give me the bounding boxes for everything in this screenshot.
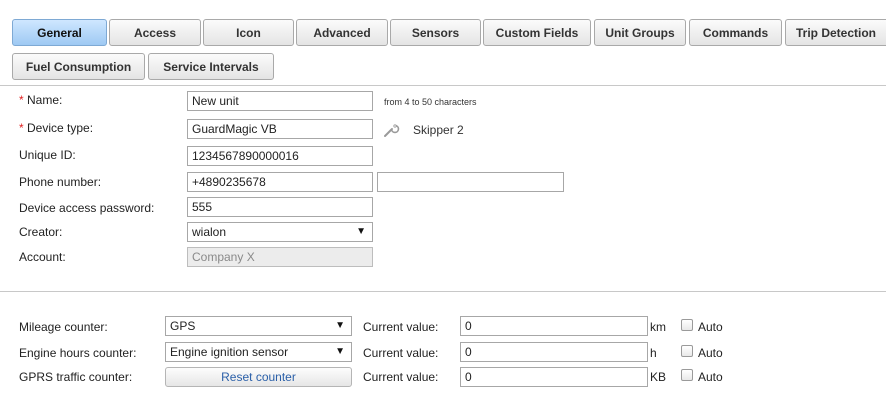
- engine-current-value-label: Current value:: [363, 346, 439, 360]
- account-label: Account:: [19, 250, 66, 264]
- mileage-counter-select-value: GPS: [170, 319, 196, 333]
- wrench-icon[interactable]: [382, 121, 400, 139]
- mileage-unit: km: [650, 320, 666, 334]
- tab-sensors[interactable]: Sensors: [390, 19, 481, 46]
- gprs-auto-checkbox[interactable]: [681, 369, 693, 381]
- chevron-down-icon: ▼: [335, 320, 345, 331]
- engine-auto-checkbox[interactable]: [681, 345, 693, 357]
- tab-commands[interactable]: Commands: [689, 19, 782, 46]
- phone-input[interactable]: +4890235678: [187, 172, 373, 192]
- tab-service-intervals[interactable]: Service Intervals: [148, 53, 274, 80]
- device-type-label: * Device type:: [19, 121, 94, 135]
- mileage-auto-checkbox[interactable]: [681, 319, 693, 331]
- unique-id-label: Unique ID:: [19, 148, 76, 162]
- mileage-counter-label: Mileage counter:: [19, 320, 108, 334]
- tab-general[interactable]: General: [12, 19, 107, 46]
- name-input[interactable]: New unit: [187, 91, 373, 111]
- name-label: * Name:: [19, 93, 63, 107]
- gprs-current-value-label: Current value:: [363, 370, 439, 384]
- phone-label: Phone number:: [19, 175, 102, 189]
- device-type-input[interactable]: GuardMagic VB: [187, 119, 373, 139]
- device-model-text: Skipper 2: [413, 123, 464, 137]
- engine-current-value-input[interactable]: 0: [460, 342, 648, 362]
- chevron-down-icon: ▼: [335, 346, 345, 357]
- creator-select-value: wialon: [192, 225, 227, 239]
- engine-hours-counter-select[interactable]: Engine ignition sensor ▼: [165, 342, 352, 362]
- chevron-down-icon: ▼: [356, 226, 366, 237]
- engine-auto-label: Auto: [698, 346, 723, 360]
- engine-hours-counter-label: Engine hours counter:: [19, 346, 137, 360]
- creator-label: Creator:: [19, 225, 63, 239]
- mileage-counter-select[interactable]: GPS ▼: [165, 316, 352, 336]
- tab-trip-detection[interactable]: Trip Detection: [785, 19, 886, 46]
- gprs-unit: KB: [650, 370, 667, 384]
- tabs-divider: [0, 85, 886, 86]
- engine-unit: h: [650, 346, 657, 360]
- mileage-auto-label: Auto: [698, 320, 723, 334]
- phone-input-secondary[interactable]: [377, 172, 564, 192]
- gprs-current-value-input[interactable]: 0: [460, 367, 648, 387]
- gprs-traffic-counter-label: GPRS traffic counter:: [19, 370, 133, 384]
- tab-fuel-consumption[interactable]: Fuel Consumption: [12, 53, 145, 80]
- tab-icon[interactable]: Icon: [203, 19, 294, 46]
- mileage-current-value-input[interactable]: 0: [460, 316, 648, 336]
- name-hint: from 4 to 50 characters: [384, 97, 477, 107]
- section-divider: [0, 291, 886, 292]
- tab-access[interactable]: Access: [109, 19, 201, 46]
- tab-advanced[interactable]: Advanced: [296, 19, 388, 46]
- unique-id-input[interactable]: 1234567890000016: [187, 146, 373, 166]
- account-input: Company X: [187, 247, 373, 267]
- creator-select[interactable]: wialon ▼: [187, 222, 373, 242]
- gprs-auto-label: Auto: [698, 370, 723, 384]
- mileage-current-value-label: Current value:: [363, 320, 439, 334]
- reset-counter-button[interactable]: Reset counter: [165, 367, 352, 387]
- engine-hours-counter-select-value: Engine ignition sensor: [170, 345, 289, 359]
- password-input[interactable]: 555: [187, 197, 373, 217]
- tab-unit-groups[interactable]: Unit Groups: [594, 19, 686, 46]
- password-label: Device access password:: [19, 201, 155, 215]
- tab-custom-fields[interactable]: Custom Fields: [483, 19, 591, 46]
